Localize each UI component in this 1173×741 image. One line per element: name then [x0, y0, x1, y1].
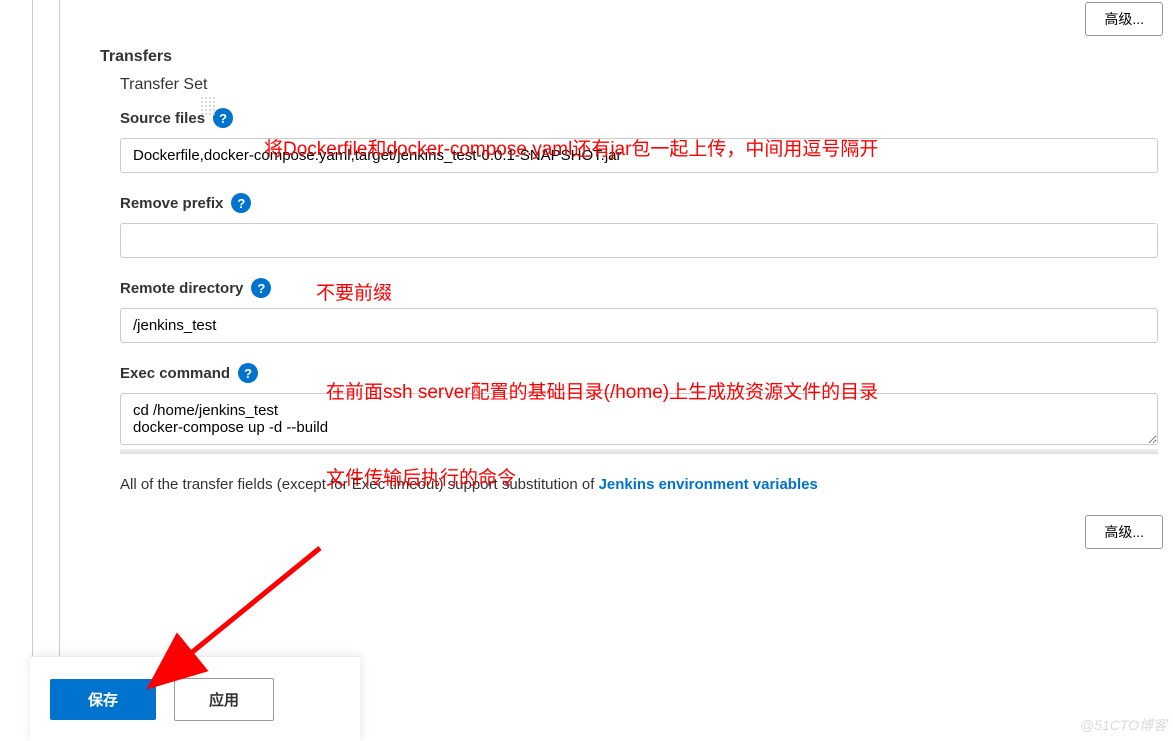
left-border-track — [32, 0, 60, 741]
card-title: Transfer Set — [120, 76, 1163, 94]
remote-directory-group: Remote directory ? — [120, 278, 1163, 343]
help-icon[interactable]: ? — [231, 193, 251, 213]
exec-command-group: Exec command ? — [120, 363, 1163, 454]
source-files-input[interactable] — [120, 138, 1158, 173]
watermark: @51CTO博客 — [1080, 715, 1167, 735]
env-vars-link[interactable]: Jenkins environment variables — [599, 476, 818, 493]
info-prefix: All of the transfer fields (except for E… — [120, 476, 599, 493]
remove-prefix-input[interactable] — [120, 223, 1158, 258]
remove-prefix-label: Remove prefix — [120, 195, 223, 212]
exec-command-textarea[interactable] — [120, 393, 1158, 445]
help-icon[interactable]: ? — [238, 363, 258, 383]
source-files-label: Source files — [120, 110, 205, 127]
remote-directory-input[interactable] — [120, 308, 1158, 343]
advanced-button-bottom[interactable]: 高级... — [1085, 515, 1163, 549]
exec-command-label: Exec command — [120, 365, 230, 382]
remote-directory-label: Remote directory — [120, 280, 243, 297]
save-button[interactable]: 保存 — [50, 679, 156, 720]
advanced-button-top[interactable]: 高级... — [1085, 2, 1163, 36]
apply-button[interactable]: 应用 — [174, 678, 274, 721]
transfer-set-card: Transfer Set Source files ? Remove prefi… — [120, 76, 1163, 549]
textarea-resize-grip[interactable] — [120, 448, 1158, 454]
footer-action-bar: 保存 应用 — [30, 656, 360, 741]
info-text: All of the transfer fields (except for E… — [120, 474, 1163, 497]
help-icon[interactable]: ? — [213, 108, 233, 128]
transfers-title: Transfers — [100, 48, 1163, 66]
help-icon[interactable]: ? — [251, 278, 271, 298]
source-files-group: Source files ? — [120, 108, 1163, 173]
remove-prefix-group: Remove prefix ? — [120, 193, 1163, 258]
drag-handle-icon[interactable] — [200, 96, 216, 116]
